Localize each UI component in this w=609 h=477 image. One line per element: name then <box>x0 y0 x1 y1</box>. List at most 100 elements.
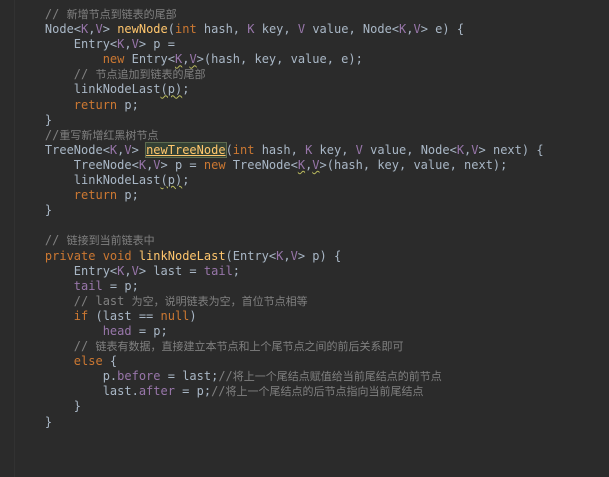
code-token: K <box>138 157 147 172</box>
code-token: (last == <box>88 308 161 323</box>
code-line[interactable]: TreeNode<K,V> newTreeNode(int hash, K ke… <box>16 141 609 158</box>
code-token: V <box>312 157 320 172</box>
code-token: int <box>175 22 197 37</box>
code-token: V <box>153 157 161 172</box>
code-token: tail <box>203 263 233 278</box>
code-token: { <box>102 354 118 369</box>
code-token: , <box>88 22 96 37</box>
code-token: new <box>203 157 226 172</box>
code-token: linkNodeLast <box>138 248 226 263</box>
code-token: linkNodeLast <box>16 173 161 188</box>
code-line[interactable]: } <box>16 399 609 414</box>
code-line[interactable]: Entry<K,V> last = tail; <box>16 264 609 279</box>
code-token: Node< <box>16 22 82 37</box>
code-line[interactable] <box>16 218 609 233</box>
code-line[interactable]: } <box>16 415 609 430</box>
code-line[interactable]: // 链接到当前链表中 <box>16 233 609 248</box>
code-line[interactable]: // 链表有数据，直接建立本节点和上个尾节点之间的前后关系即可 <box>16 339 609 354</box>
code-token: V <box>413 22 421 37</box>
code-token: ( <box>225 142 233 157</box>
code-token: V <box>124 142 132 157</box>
code-line[interactable]: private void linkNodeLast(Entry<K,V> p) … <box>16 249 609 264</box>
code-line[interactable]: // 新增节点到链表的尾部 <box>16 7 609 22</box>
code-token: V <box>471 142 479 157</box>
code-token: Entry< <box>124 52 175 67</box>
code-token: } <box>16 203 53 218</box>
code-token: 节点追加到链表的尾部 <box>95 68 206 82</box>
code-token: if <box>73 308 89 323</box>
code-token: >(hash, key, value, next); <box>319 157 508 172</box>
code-line[interactable]: } <box>16 113 609 128</box>
code-token: value, Node< <box>305 22 400 37</box>
code-line[interactable]: new Entry<K,V>(hash, key, value, e); <box>16 52 609 67</box>
code-token: p; <box>117 97 139 112</box>
code-token: (p) <box>160 173 183 188</box>
code-token: = last; <box>160 369 219 384</box>
code-token: ; <box>232 263 241 278</box>
code-token: p. <box>16 369 118 384</box>
code-token: // last <box>16 293 132 308</box>
code-token: new <box>102 52 125 67</box>
code-line[interactable]: return p; <box>16 98 609 113</box>
code-token: value, Node< <box>362 142 457 157</box>
code-token: > next) { <box>478 142 544 157</box>
code-token: > p = <box>160 157 204 172</box>
code-line[interactable]: last.after = p;//将上一个尾结点的后节点指向当前尾结点 <box>16 384 609 399</box>
code-token: V <box>297 22 306 37</box>
code-editor[interactable]: // 新增节点到链表的尾部 Node<K,V> newNode(int hash… <box>0 0 609 477</box>
code-line[interactable]: linkNodeLast(p); <box>16 82 609 97</box>
code-line[interactable]: linkNodeLast(p); <box>16 173 609 188</box>
code-line[interactable]: head = p; <box>16 324 609 339</box>
code-line[interactable]: tail = p; <box>16 279 609 294</box>
code-token: >(hash, key, value, e); <box>196 52 363 67</box>
code-token: private void <box>44 248 132 263</box>
code-token: > p = <box>138 37 175 52</box>
code-token: V <box>131 37 139 52</box>
code-token: V <box>355 142 363 157</box>
code-token: 将上一个尾结点赋值给当前尾结点的前节点 <box>232 370 442 384</box>
code-token: } <box>16 399 82 414</box>
code-token: V <box>189 52 197 67</box>
code-token: > <box>102 22 118 37</box>
code-token: 为空，说明链表为空，首位节点相等 <box>131 294 308 308</box>
code-line[interactable]: // last 为空，说明链表为空，首位节点相等 <box>16 294 609 309</box>
code-line[interactable]: } <box>16 203 609 218</box>
code-line[interactable]: Entry<K,V> p = <box>16 37 609 52</box>
code-token: after <box>138 384 175 399</box>
code-token: > p) { <box>297 248 342 263</box>
code-token: > <box>131 142 147 157</box>
code-line[interactable]: //重写新增红黑树节点 <box>16 128 609 143</box>
code-token: ; <box>182 173 190 188</box>
code-token: } <box>16 414 53 429</box>
code-line[interactable]: if (last == null) <box>16 309 609 324</box>
editor-gutter <box>0 0 15 477</box>
code-line[interactable]: Node<K,V> newNode(int hash, K key, V val… <box>16 22 609 37</box>
code-line[interactable]: return p; <box>16 188 609 203</box>
code-token: hash, <box>254 142 306 157</box>
code-line[interactable]: p.before = last;//将上一个尾结点赋值给当前尾结点的前节点 <box>16 369 609 384</box>
code-line[interactable]: TreeNode<K,V> p = new TreeNode<K,V>(hash… <box>16 158 609 173</box>
code-line[interactable]: // 节点追加到链表的尾部 <box>16 67 609 82</box>
code-token: V <box>290 248 298 263</box>
highlighted-identifier: newTreeNode <box>145 141 227 158</box>
code-token: 链接到当前链表中 <box>66 234 155 248</box>
code-token: newNode <box>117 22 168 37</box>
code-token: K <box>456 142 465 157</box>
code-token: K <box>297 157 306 172</box>
code-token: > e) { <box>420 22 465 37</box>
code-token: TreeNode< <box>16 157 139 172</box>
code-token: // <box>16 233 67 248</box>
code-token: return <box>73 97 118 112</box>
code-token: linkNodeLast <box>16 82 161 97</box>
code-line[interactable]: else { <box>16 354 609 369</box>
code-token: // <box>16 339 96 354</box>
code-token: key, <box>254 22 298 37</box>
code-token: = p; <box>131 323 168 338</box>
code-area[interactable]: // 新增节点到链表的尾部 Node<K,V> newNode(int hash… <box>16 7 609 430</box>
code-token: // <box>16 67 96 82</box>
